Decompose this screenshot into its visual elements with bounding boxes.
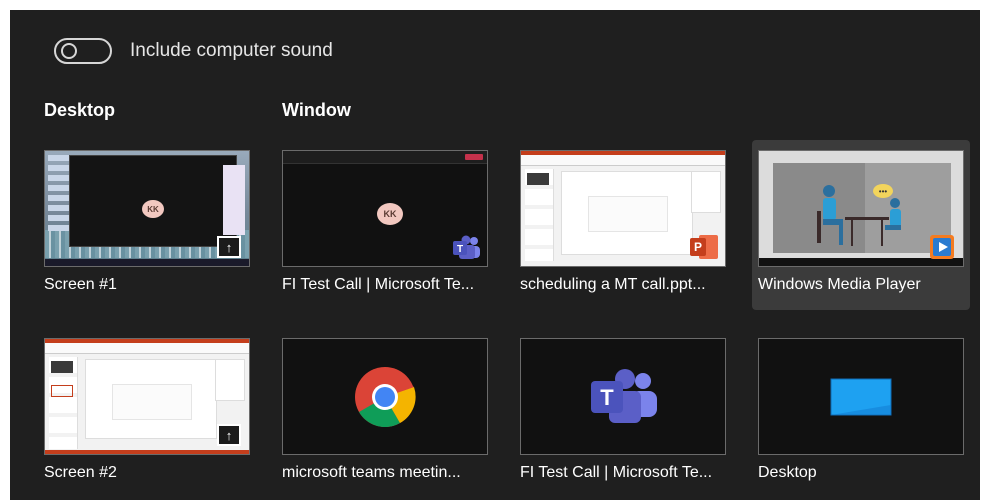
desktop-thumbnail — [758, 338, 964, 455]
powerpoint-window-thumbnail: P — [520, 150, 726, 267]
windows-media-player-icon — [930, 235, 954, 259]
tile-label: Screen #1 — [44, 276, 117, 293]
media-illustration: ••• — [817, 184, 901, 246]
tile-screen-2[interactable]: ↑ Screen #2 — [38, 328, 256, 498]
tile-screen-1[interactable]: KK ↑ Screen #1 — [38, 140, 256, 310]
screen-2-thumbnail: ↑ — [44, 338, 250, 455]
tile-label: FI Test Call | Microsoft Te... — [520, 464, 713, 481]
tile-label: Windows Media Player — [758, 276, 921, 293]
microsoft-teams-icon: T — [591, 368, 657, 423]
avatar: KK — [142, 200, 164, 218]
toggle-knob — [61, 43, 77, 59]
media-player-thumbnail: ••• — [758, 150, 964, 267]
tile-label: Desktop — [758, 464, 817, 481]
teams-window-thumbnail: KK T — [282, 150, 488, 267]
screen-1-thumbnail: KK ↑ — [44, 150, 250, 267]
share-screen-icon: ↑ — [217, 236, 241, 258]
powerpoint-icon: P — [690, 235, 718, 259]
tile-desktop[interactable]: Desktop — [752, 328, 970, 498]
tile-teams-window[interactable]: KK T FI Test Call | Microsoft Te... — [276, 140, 494, 310]
microsoft-teams-icon: T — [453, 235, 480, 259]
svg-text:T: T — [600, 385, 614, 410]
share-screen-icon: ↑ — [217, 424, 241, 446]
tile-label: microsoft teams meetin... — [282, 464, 461, 481]
tile-media-player-window[interactable]: ••• Windows Media Player — [752, 140, 970, 310]
include-computer-sound-label: Include computer sound — [130, 40, 333, 61]
computer-sound-row: Include computer sound — [54, 38, 333, 64]
tile-label: scheduling a MT call.ppt... — [520, 276, 706, 293]
desktop-icon — [830, 378, 892, 415]
svg-text:P: P — [694, 240, 702, 254]
avatar: KK — [377, 203, 403, 225]
tile-chrome-window[interactable]: microsoft teams meetin... — [276, 328, 494, 498]
tile-powerpoint-window[interactable]: P scheduling a MT call.ppt... — [514, 140, 732, 310]
tile-teams-app[interactable]: T FI Test Call | Microsoft Te... — [514, 328, 732, 498]
google-chrome-icon — [355, 366, 416, 427]
teams-app-thumbnail: T — [520, 338, 726, 455]
tile-label: FI Test Call | Microsoft Te... — [282, 276, 475, 293]
section-window-heading: Window — [282, 100, 351, 120]
share-content-panel: Include computer sound Desktop Window KK… — [0, 0, 990, 500]
svg-text:•••: ••• — [879, 187, 888, 196]
chrome-window-thumbnail — [282, 338, 488, 455]
section-desktop-heading: Desktop — [44, 100, 116, 120]
svg-text:T: T — [457, 244, 463, 255]
tile-label: Screen #2 — [44, 464, 117, 481]
include-computer-sound-toggle[interactable] — [54, 38, 112, 64]
